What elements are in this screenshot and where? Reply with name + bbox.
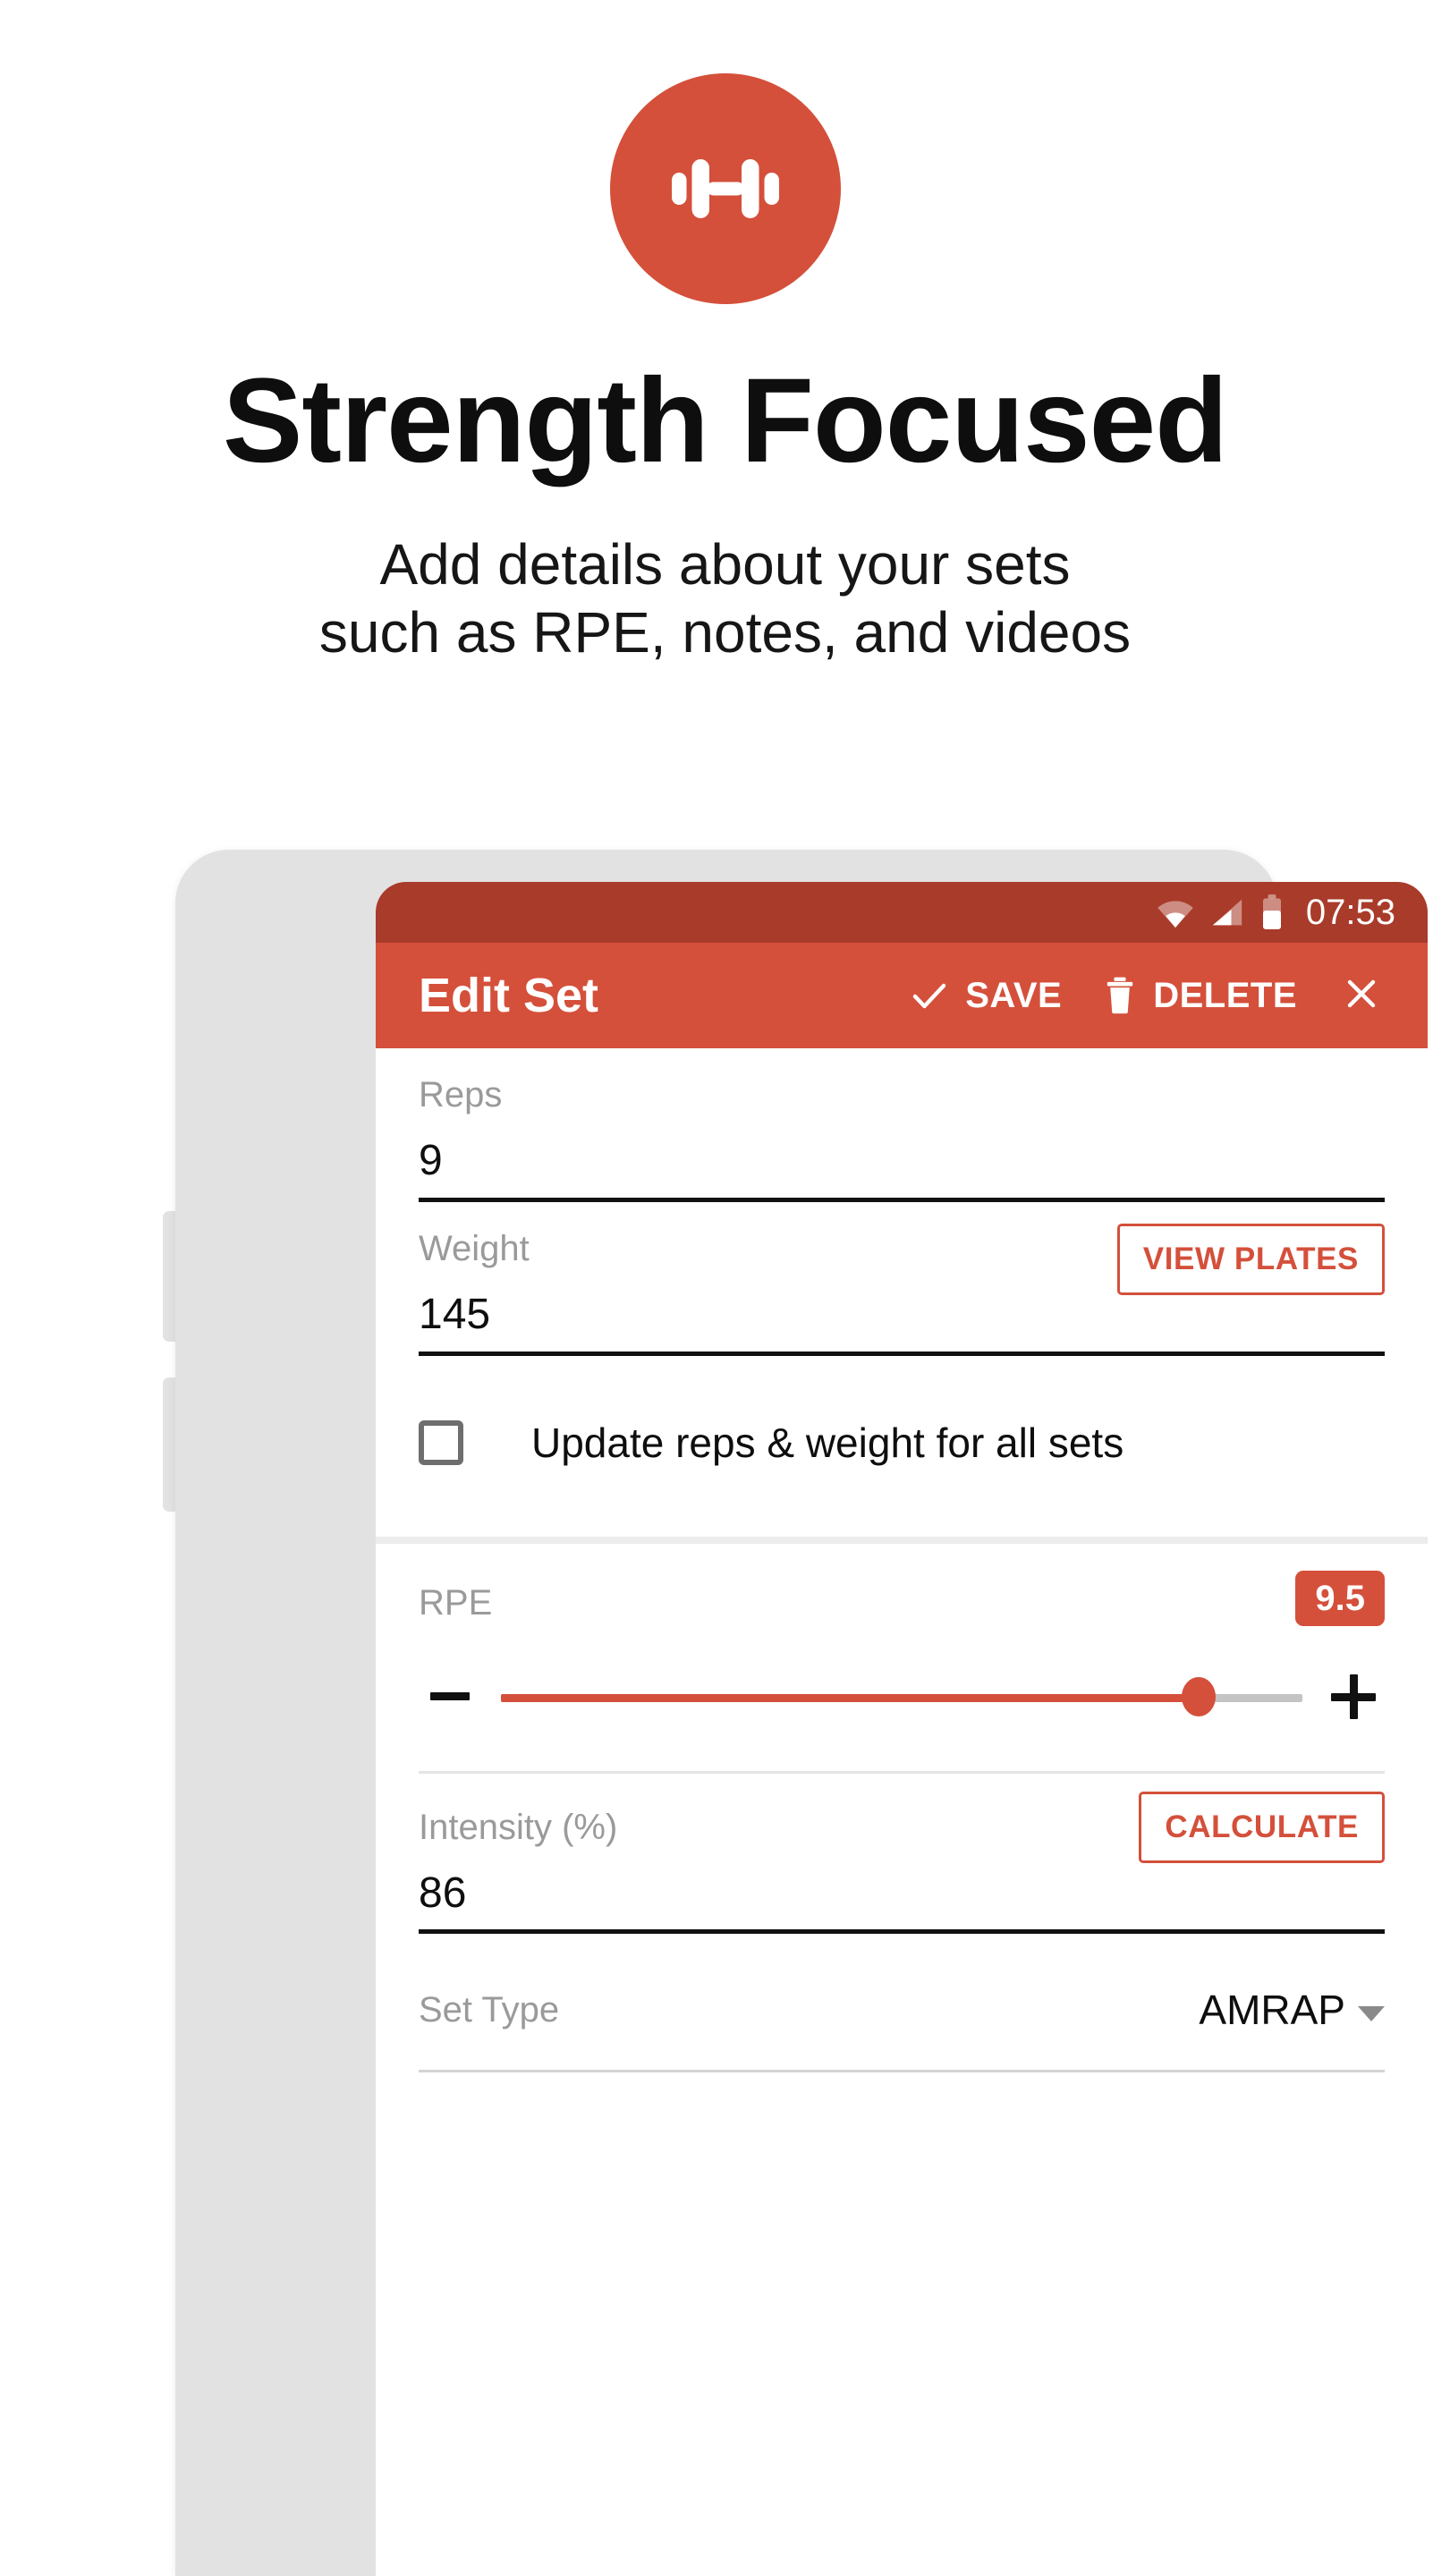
- dumbbell-icon: [671, 159, 779, 218]
- rpe-slider-thumb[interactable]: [1181, 1676, 1216, 1716]
- rpe-decrement-button[interactable]: [415, 1662, 485, 1732]
- reps-label: Reps: [419, 1075, 503, 1114]
- wifi-icon: [1157, 901, 1193, 928]
- promo-subhead-line1: Add details about your sets: [379, 532, 1071, 597]
- close-icon: [1347, 979, 1376, 1007]
- reps-field[interactable]: Reps 9: [376, 1048, 1428, 1198]
- rpe-value-badge: 9.5: [1295, 1570, 1385, 1626]
- status-bar: 07:53: [376, 882, 1428, 943]
- phone-body: 07:53 Edit Set SAVE DELETE Reps 9 Weight…: [175, 850, 1428, 2576]
- card-divider: [376, 1536, 1428, 1544]
- rpe-slider[interactable]: [501, 1676, 1302, 1716]
- rpe-label: RPE: [419, 1582, 493, 1623]
- update-all-sets-label: Update reps & weight for all sets: [531, 1419, 1124, 1466]
- promo-subhead-line2: such as RPE, notes, and videos: [318, 599, 1132, 665]
- chevron-down-icon: [1358, 2005, 1385, 2021]
- page-title: Edit Set: [419, 969, 599, 1022]
- delete-button-label: DELETE: [1153, 975, 1297, 1015]
- save-button[interactable]: SAVE: [888, 974, 1081, 1017]
- set-basics-card: Reps 9 Weight VIEW PLATES 145 Update rep…: [376, 1048, 1428, 1537]
- save-button-label: SAVE: [965, 975, 1063, 1015]
- update-all-sets-row[interactable]: Update reps & weight for all sets: [376, 1356, 1428, 1537]
- promo-headline: Strength Focused: [222, 354, 1228, 487]
- app-bar-actions: SAVE DELETE: [888, 972, 1394, 1020]
- phone-screen: 07:53 Edit Set SAVE DELETE Reps 9 Weight…: [376, 882, 1428, 2576]
- minus-icon: [430, 1692, 470, 1701]
- rpe-slider-fill: [501, 1693, 1199, 1702]
- status-bar-clock: 07:53: [1305, 892, 1395, 932]
- calculate-button[interactable]: CALCULATE: [1139, 1791, 1385, 1863]
- close-button[interactable]: [1317, 972, 1394, 1020]
- app-bar: Edit Set SAVE DELETE: [376, 943, 1428, 1048]
- set-type-underline: [419, 2070, 1385, 2073]
- set-details-card: RPE 9.5 Intensity (%) CALCULATE 86 Set T…: [376, 1543, 1428, 2073]
- delete-button[interactable]: DELETE: [1081, 975, 1317, 1016]
- phone-mockup: 07:53 Edit Set SAVE DELETE Reps 9 Weight…: [0, 850, 1450, 2576]
- view-plates-button[interactable]: VIEW PLATES: [1116, 1223, 1385, 1295]
- app-logo: [609, 73, 841, 304]
- rpe-slider-row: [376, 1626, 1428, 1771]
- cell-signal-icon: [1212, 899, 1242, 926]
- update-all-sets-checkbox[interactable]: [419, 1419, 463, 1465]
- plus-icon: [1331, 1674, 1376, 1719]
- intensity-field[interactable]: Intensity (%) CALCULATE 86: [376, 1774, 1428, 1930]
- set-type-value: AMRAP: [1199, 1987, 1345, 2034]
- reps-input[interactable]: 9: [419, 1114, 1385, 1198]
- set-type-label: Set Type: [419, 1989, 560, 2029]
- set-type-row[interactable]: Set Type AMRAP: [376, 1934, 1428, 2070]
- promo-subhead: Add details about your sets such as RPE,…: [319, 531, 1131, 666]
- set-type-dropdown[interactable]: AMRAP: [1199, 1986, 1385, 2034]
- weight-field[interactable]: Weight VIEW PLATES 145: [376, 1202, 1428, 1352]
- check-icon: [913, 983, 946, 1009]
- rpe-increment-button[interactable]: [1319, 1662, 1388, 1732]
- battery-icon: [1262, 894, 1281, 929]
- promo-header: Strength Focused Add details about your …: [0, 0, 1450, 666]
- trash-icon: [1107, 977, 1133, 1014]
- rpe-header: RPE 9.5: [376, 1544, 1428, 1626]
